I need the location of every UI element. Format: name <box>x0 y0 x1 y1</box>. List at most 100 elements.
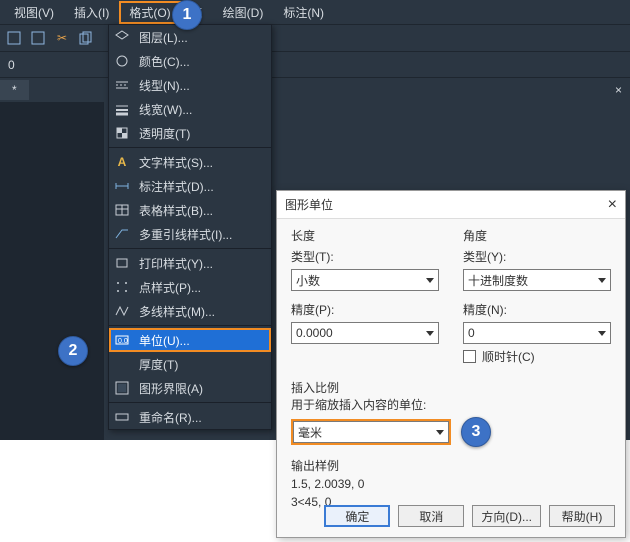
toolbar-icon-1[interactable] <box>6 30 22 46</box>
select-value: 毫米 <box>298 424 322 441</box>
menu-view[interactable]: 视图(V) <box>4 1 64 24</box>
select-value: 0.0000 <box>296 326 333 340</box>
layer-icon <box>113 28 131 46</box>
callout-1: 1 <box>172 0 202 30</box>
svg-text:0.0: 0.0 <box>118 338 128 345</box>
chevron-down-icon <box>436 430 444 435</box>
select-value: 十进制度数 <box>468 272 528 289</box>
menu-transparency[interactable]: 透明度(T) <box>109 121 271 145</box>
menu-rename[interactable]: 重命名(R)... <box>109 405 271 429</box>
units-dialog: 图形单位 × 长度 类型(T): 小数 精度(P): 0.0000 角度 类型(… <box>276 190 626 538</box>
dialog-close-icon[interactable]: × <box>608 196 617 214</box>
clockwise-label: 顺时针(C) <box>482 348 535 365</box>
menubar: 视图(V) 插入(I) 格式(O) 工 绘图(D) 标注(N) <box>0 0 630 24</box>
menu-item-label: 图层(L)... <box>139 29 188 46</box>
menu-item-label: 打印样式(Y)... <box>139 255 213 272</box>
menu-item-label: 文字样式(S)... <box>139 154 213 171</box>
clockwise-checkbox[interactable]: 顺时针(C) <box>463 348 611 365</box>
color-icon <box>113 52 131 70</box>
menu-pointstyle[interactable]: 点样式(P)... <box>109 275 271 299</box>
help-button[interactable]: 帮助(H) <box>549 505 615 527</box>
menu-item-label: 透明度(T) <box>139 125 190 142</box>
length-type-label: 类型(T): <box>291 248 439 265</box>
limits-icon <box>113 379 131 397</box>
tablestyle-icon <box>113 201 131 219</box>
menu-item-label: 重命名(R)... <box>139 409 202 426</box>
angle-heading: 角度 <box>463 227 611 244</box>
below-toolbar: 0 <box>0 52 630 78</box>
menu-color[interactable]: 颜色(C)... <box>109 49 271 73</box>
toolbar-icon-2[interactable] <box>30 30 46 46</box>
callout-3: 3 <box>461 417 491 447</box>
angle-group: 角度 类型(Y): 十进制度数 精度(N): 0 顺时针(C) <box>463 227 611 365</box>
menu-item-label: 点样式(P)... <box>139 279 201 296</box>
chevron-down-icon <box>598 278 606 283</box>
chevron-down-icon <box>426 278 434 283</box>
direction-button[interactable]: 方向(D)... <box>472 505 541 527</box>
pointstyle-icon <box>113 278 131 296</box>
insert-scale-heading: 插入比例 <box>291 379 611 396</box>
cancel-button[interactable]: 取消 <box>398 505 464 527</box>
dialog-titlebar: 图形单位 × <box>277 191 625 219</box>
chevron-down-icon <box>426 331 434 336</box>
dialog-title: 图形单位 <box>285 196 333 213</box>
document-tab[interactable]: * <box>0 80 29 100</box>
menu-item-label: 表格样式(B)... <box>139 202 213 219</box>
plotstyle-icon <box>113 254 131 272</box>
menu-textstyle[interactable]: A 文字样式(S)... <box>109 150 271 174</box>
ok-button[interactable]: 确定 <box>324 505 390 527</box>
menu-thickness[interactable]: 厚度(T) <box>109 352 271 376</box>
select-value: 小数 <box>296 272 320 289</box>
insert-scale-sub: 用于缩放插入内容的单位: <box>291 396 611 413</box>
angle-precision-select[interactable]: 0 <box>463 322 611 344</box>
menu-item-label: 颜色(C)... <box>139 53 190 70</box>
menu-draw[interactable]: 绘图(D) <box>213 1 274 24</box>
menu-linetype[interactable]: 线型(N)... <box>109 73 271 97</box>
left-panel <box>0 102 104 440</box>
menu-item-label: 线宽(W)... <box>139 101 192 118</box>
menu-separator <box>109 325 271 326</box>
format-dropdown: 图层(L)... 颜色(C)... 线型(N)... 线宽(W)... 透明度(… <box>108 24 272 430</box>
menu-units[interactable]: 0.0 单位(U)... <box>109 328 271 352</box>
output-heading: 输出样例 <box>291 457 611 475</box>
menu-separator <box>109 147 271 148</box>
menu-tablestyle[interactable]: 表格样式(B)... <box>109 198 271 222</box>
menu-item-label: 单位(U)... <box>139 332 190 349</box>
transparency-icon <box>113 124 131 142</box>
menu-mleaderstyle[interactable]: 多重引线样式(I)... <box>109 222 271 246</box>
menu-item-label: 多重引线样式(I)... <box>139 226 232 243</box>
angle-type-select[interactable]: 十进制度数 <box>463 269 611 291</box>
toolbar: ✂ <box>0 24 630 52</box>
menu-separator <box>109 402 271 403</box>
menu-dimstyle[interactable]: 标注样式(D)... <box>109 174 271 198</box>
menu-dimension[interactable]: 标注(N) <box>273 1 334 24</box>
tab-close-icon[interactable]: × <box>615 83 622 97</box>
chevron-down-icon <box>598 331 606 336</box>
menu-plotstyle[interactable]: 打印样式(Y)... <box>109 251 271 275</box>
scissors-icon[interactable]: ✂ <box>54 30 70 46</box>
menu-mlinestyle[interactable]: 多线样式(M)... <box>109 299 271 323</box>
angle-type-label: 类型(Y): <box>463 248 611 265</box>
textstyle-icon: A <box>113 153 131 171</box>
rename-icon <box>113 408 131 426</box>
length-heading: 长度 <box>291 227 439 244</box>
lineweight-icon <box>113 100 131 118</box>
menu-item-label: 厚度(T) <box>139 356 178 373</box>
length-type-select[interactable]: 小数 <box>291 269 439 291</box>
menu-item-label: 图形界限(A) <box>139 380 203 397</box>
length-group: 长度 类型(T): 小数 精度(P): 0.0000 <box>291 227 439 365</box>
mlinestyle-icon <box>113 302 131 320</box>
select-value: 0 <box>468 326 475 340</box>
copy-icon[interactable] <box>78 30 94 46</box>
length-precision-select[interactable]: 0.0000 <box>291 322 439 344</box>
angle-precision-label: 精度(N): <box>463 301 611 318</box>
mleader-icon <box>113 225 131 243</box>
menu-lineweight[interactable]: 线宽(W)... <box>109 97 271 121</box>
menu-limits[interactable]: 图形界限(A) <box>109 376 271 400</box>
menu-separator <box>109 248 271 249</box>
menu-insert[interactable]: 插入(I) <box>64 1 119 24</box>
output-line1: 1.5, 2.0039, 0 <box>291 475 611 493</box>
length-precision-label: 精度(P): <box>291 301 439 318</box>
insert-units-select[interactable]: 毫米 <box>293 421 449 443</box>
dimstyle-icon <box>113 177 131 195</box>
